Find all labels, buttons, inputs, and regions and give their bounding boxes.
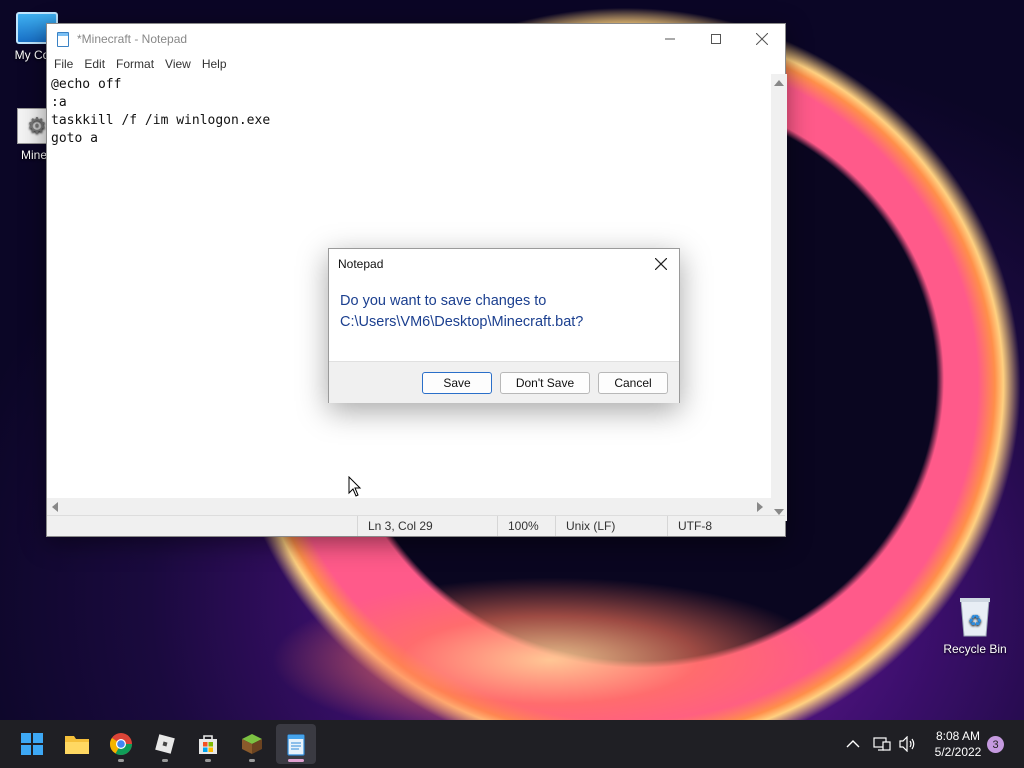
taskbar: 8:08 AM 5/2/2022	[0, 720, 1024, 768]
save-changes-dialog: Notepad Do you want to save changes to C…	[328, 248, 680, 403]
menu-file[interactable]: File	[49, 57, 79, 71]
dialog-footer: Save Don't Save Cancel	[329, 361, 679, 403]
menu-help[interactable]: Help	[197, 57, 233, 71]
dialog-title: Notepad	[338, 257, 384, 271]
notepad-icon	[287, 734, 305, 756]
menu-format[interactable]: Format	[111, 57, 160, 71]
wallpaper-glow	[180, 520, 920, 730]
close-icon[interactable]	[651, 254, 671, 274]
network-icon	[873, 737, 891, 751]
start-button[interactable]	[12, 724, 52, 764]
taskbar-minecraft[interactable]	[232, 724, 272, 764]
start-icon	[21, 733, 43, 755]
minimize-button[interactable]	[647, 24, 693, 54]
taskbar-store[interactable]	[188, 724, 228, 764]
file-explorer-icon	[65, 736, 89, 754]
volume-button[interactable]	[898, 720, 916, 768]
minecraft-icon	[242, 734, 262, 754]
menu-edit[interactable]: Edit	[79, 57, 111, 71]
status-line-ending: Unix (LF)	[555, 516, 667, 536]
taskbar-file-explorer[interactable]	[57, 724, 97, 764]
dialog-message: Do you want to save changes to C:\Users\…	[340, 293, 584, 330]
menu-bar: File Edit Format View Help	[47, 54, 785, 74]
status-zoom: 100%	[497, 516, 555, 536]
horizontal-scrollbar[interactable]	[47, 498, 771, 515]
scroll-up-icon[interactable]	[774, 80, 784, 86]
network-button[interactable]	[873, 720, 891, 768]
chevron-up-icon	[846, 740, 860, 748]
cancel-button[interactable]: Cancel	[598, 372, 668, 394]
maximize-button[interactable]	[693, 24, 739, 54]
show-hidden-icons-button[interactable]	[846, 720, 860, 768]
title-bar[interactable]: *Minecraft - Notepad	[47, 24, 785, 54]
store-icon	[199, 735, 217, 754]
status-position: Ln 3, Col 29	[357, 516, 497, 536]
volume-icon	[899, 736, 915, 752]
dont-save-button[interactable]: Don't Save	[500, 372, 590, 394]
taskbar-chrome[interactable]	[101, 724, 141, 764]
notification-badge[interactable]: 3	[987, 736, 1004, 753]
desktop-icon-recycle-bin[interactable]: ♻ Recycle Bin	[938, 596, 1012, 656]
clock-time: 8:08 AM	[935, 729, 981, 743]
vertical-scrollbar[interactable]	[771, 74, 787, 521]
scroll-left-icon[interactable]	[52, 502, 58, 512]
window-title: *Minecraft - Notepad	[77, 32, 188, 46]
close-button[interactable]	[739, 24, 785, 54]
taskbar-notepad[interactable]	[276, 724, 316, 764]
menu-view[interactable]: View	[160, 57, 197, 71]
status-encoding: UTF-8	[667, 516, 777, 536]
status-bar: Ln 3, Col 29 100% Unix (LF) UTF-8	[47, 515, 785, 536]
scroll-right-icon[interactable]	[757, 502, 763, 512]
system-clock[interactable]: 8:08 AM 5/2/2022	[924, 728, 992, 760]
taskbar-roblox[interactable]	[145, 724, 185, 764]
recycle-bin-icon: ♻	[957, 596, 993, 638]
roblox-icon	[155, 734, 175, 754]
svg-text:♻: ♻	[968, 611, 982, 630]
chrome-icon	[110, 733, 132, 755]
clock-date: 5/2/2022	[934, 745, 982, 759]
desktop-icon-label: Recycle Bin	[943, 642, 1007, 656]
save-button[interactable]: Save	[422, 372, 492, 394]
notepad-icon	[57, 31, 69, 47]
